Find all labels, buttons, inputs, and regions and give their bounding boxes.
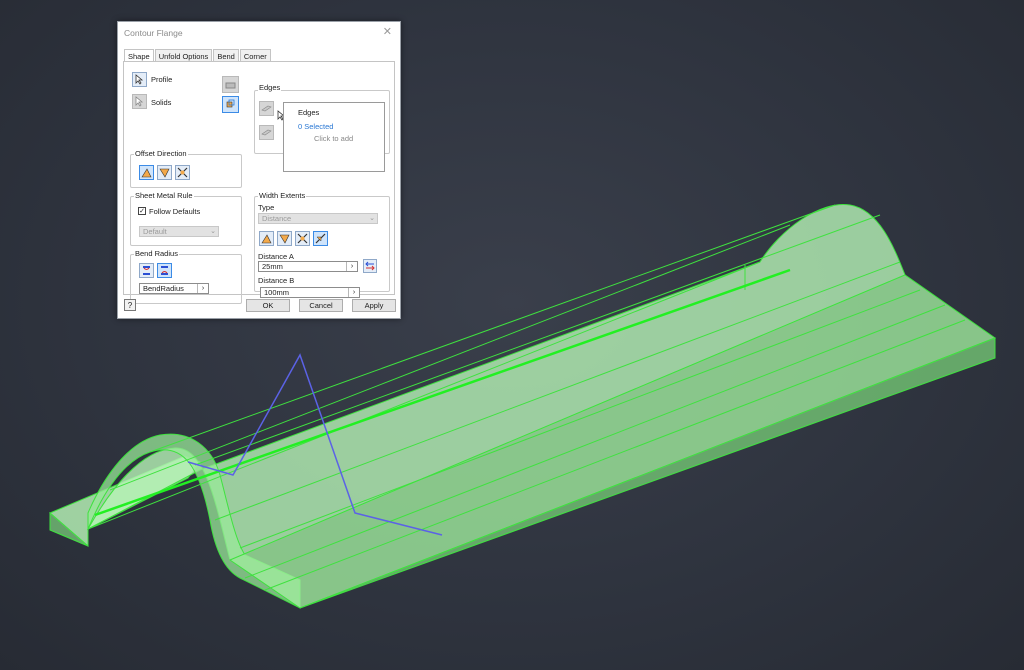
bend-radius-2-icon	[161, 266, 168, 275]
flip-direction-button[interactable]	[363, 259, 377, 273]
sheet-icon	[225, 82, 236, 89]
offset-side-1-button[interactable]	[139, 165, 154, 180]
help-icon[interactable]: ?	[124, 299, 136, 311]
apply-button[interactable]: Apply	[352, 299, 396, 312]
edges-list[interactable]: Edges 0 Selected Click to add	[283, 102, 385, 172]
edges-selected-count[interactable]: 0 Selected	[298, 122, 333, 131]
chevron-down-icon: ⌄	[369, 215, 375, 222]
cursor-icon	[135, 74, 144, 85]
contour-flange-dialog: Contour Flange ✕ Shape Unfold Options Be…	[117, 21, 401, 319]
distance-a-value: 25mm	[262, 262, 283, 271]
arrow-right-icon[interactable]: ›	[346, 262, 357, 271]
distance-a-input[interactable]: 25mm ›	[258, 261, 358, 272]
width-symmetric-button[interactable]	[295, 231, 310, 246]
bend-radius-label: Bend Radius	[134, 249, 179, 258]
edges-list-title: Edges	[298, 108, 320, 117]
width-extents-group: Width Extents Type Distance ⌄ Distance A…	[254, 191, 390, 292]
width-offset-button[interactable]	[313, 231, 328, 246]
bend-radius-value: BendRadius	[143, 284, 184, 293]
bend-radius-group: Bend Radius BendRadius ›	[130, 249, 242, 304]
direction-2-icon	[279, 234, 290, 244]
face-icon	[226, 99, 235, 108]
dialog-titlebar[interactable]: Contour Flange ✕	[118, 22, 400, 44]
width-direction-1-button[interactable]	[259, 231, 274, 246]
offset-symmetric-icon	[177, 167, 188, 178]
chevron-down-icon: ⌄	[210, 228, 216, 235]
type-select[interactable]: Distance ⌄	[258, 213, 378, 224]
loop-select-icon	[261, 129, 272, 136]
offset-symmetric-button[interactable]	[175, 165, 190, 180]
tab-strip: Shape Unfold Options Bend Corner	[124, 49, 272, 62]
distance-b-label: Distance B	[258, 276, 295, 285]
ok-button[interactable]: OK	[246, 299, 290, 312]
sheet-metal-rule-group: Sheet Metal Rule ✓ Follow Defaults Defau…	[130, 191, 242, 246]
cancel-button[interactable]: Cancel	[299, 299, 343, 312]
bend-radius-1-icon	[143, 266, 150, 275]
edge-mode-button[interactable]	[222, 76, 239, 93]
rule-select[interactable]: Default ⌄	[139, 226, 219, 237]
solids-label: Solids	[151, 98, 172, 107]
type-select-value: Distance	[262, 214, 292, 223]
face-mode-button[interactable]	[222, 96, 239, 113]
follow-defaults-checkbox[interactable]: ✓	[138, 207, 146, 215]
direction-1-icon	[261, 234, 272, 244]
bend-radius-input[interactable]: BendRadius ›	[139, 283, 209, 294]
offset-direction-label: Offset Direction	[134, 149, 188, 158]
edge-select-icon	[261, 105, 272, 112]
close-icon[interactable]: ✕	[383, 25, 392, 38]
type-label: Type	[258, 203, 275, 212]
edges-click-to-add: Click to add	[314, 134, 354, 143]
cursor-icon	[135, 96, 144, 107]
width-extents-label: Width Extents	[258, 191, 307, 200]
bend-radius-mode-2-button[interactable]	[157, 263, 172, 278]
solids-select-button[interactable]	[132, 94, 147, 109]
arrow-right-icon[interactable]: ›	[197, 284, 208, 293]
sheet-metal-rule-label: Sheet Metal Rule	[134, 191, 194, 200]
offset-side-2-icon	[159, 168, 170, 178]
offset-side-1-icon	[141, 168, 152, 178]
offset-side-2-button[interactable]	[157, 165, 172, 180]
profile-select-button[interactable]	[132, 72, 147, 87]
follow-defaults-label: Follow Defaults	[149, 207, 201, 216]
profile-label: Profile	[151, 75, 173, 84]
edges-group-label: Edges	[258, 83, 282, 92]
dialog-title: Contour Flange	[124, 28, 183, 38]
rule-select-value: Default	[143, 227, 167, 236]
arrow-right-icon[interactable]: ›	[348, 288, 359, 297]
edges-select-button[interactable]	[259, 101, 274, 116]
distance-b-value: 100mm	[264, 288, 290, 297]
shape-pane: Profile Solids Offset Direction Sheet Me…	[123, 61, 395, 304]
edges-loop-button[interactable]	[259, 125, 274, 140]
flip-icon	[365, 261, 375, 271]
symmetric-icon	[297, 233, 308, 244]
distance-b-input[interactable]: 100mm ›	[260, 287, 360, 298]
offset-direction-group: Offset Direction	[130, 149, 242, 188]
offset-icon	[315, 233, 326, 244]
distance-a-label: Distance A	[258, 252, 294, 261]
width-direction-2-button[interactable]	[277, 231, 292, 246]
bend-radius-mode-1-button[interactable]	[139, 263, 154, 278]
